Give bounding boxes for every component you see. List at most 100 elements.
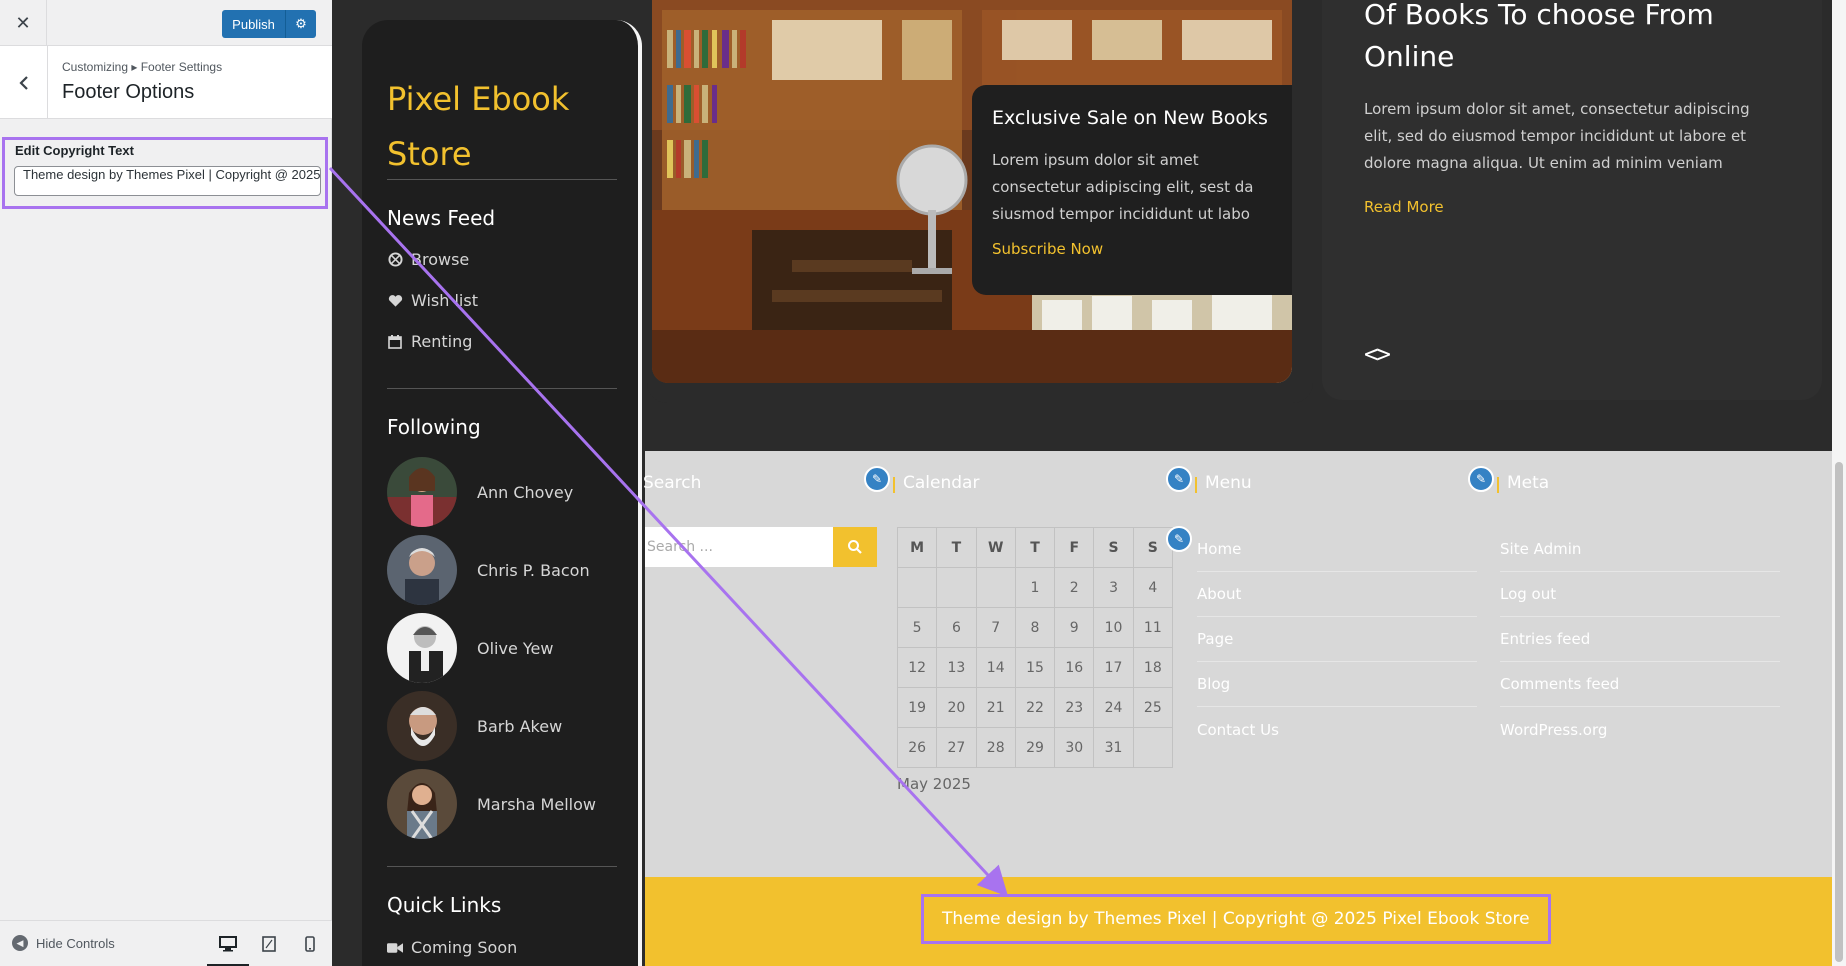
search-icon[interactable] bbox=[833, 527, 877, 567]
menu-item[interactable]: Blog bbox=[1197, 662, 1477, 707]
copyright-control: Edit Copyright Text Theme design by Them… bbox=[2, 137, 328, 209]
scrollbar-thumb[interactable] bbox=[1835, 462, 1843, 962]
meta-item[interactable]: Site Admin bbox=[1500, 527, 1780, 572]
calendar-day[interactable]: 2 bbox=[1054, 567, 1095, 608]
coming-soon-link[interactable]: Coming Soon bbox=[387, 938, 517, 957]
edit-pencil-icon[interactable]: ✎ bbox=[1166, 526, 1192, 552]
calendar-day[interactable]: 23 bbox=[1054, 687, 1095, 728]
desktop-preview-icon[interactable] bbox=[216, 933, 240, 955]
calendar-header-row: MTWTFSS bbox=[896, 527, 1174, 568]
calendar-body: 1 2 3 4 5 6 7 8 9 10 11 12 13 14 15 16 17 18 19 20 21 22 23 24 2… bbox=[896, 567, 1174, 768]
calendar-day-header: M bbox=[896, 527, 938, 568]
calendar-day[interactable]: 4 bbox=[1132, 567, 1174, 608]
meta-item[interactable]: Log out bbox=[1500, 572, 1780, 617]
calendar-day[interactable]: 5 bbox=[896, 607, 938, 648]
calendar-day[interactable]: 20 bbox=[936, 687, 977, 728]
calendar-day[interactable]: 17 bbox=[1093, 647, 1134, 688]
hide-controls-button[interactable]: ◀ Hide Controls bbox=[12, 935, 115, 951]
edit-pencil-icon[interactable]: ✎ bbox=[864, 466, 890, 492]
browse-link[interactable]: Browse bbox=[387, 250, 469, 269]
calendar-day[interactable]: 10 bbox=[1093, 607, 1134, 648]
user-name: Chris P. Bacon bbox=[477, 560, 590, 580]
calendar-day bbox=[936, 567, 977, 608]
copyright-text: Theme design by Themes Pixel | Copyright… bbox=[921, 894, 1551, 944]
copyright-text-input[interactable]: Theme design by Themes Pixel | Copyright… bbox=[14, 166, 321, 196]
publish-label[interactable]: Publish bbox=[222, 10, 286, 38]
calendar-day-header: F bbox=[1054, 527, 1095, 568]
meta-item[interactable]: WordPress.org bbox=[1500, 707, 1780, 752]
customizer-panel: ✕ Publish ⚙ Customizing ▸ Footer Setting… bbox=[0, 0, 332, 966]
calendar-day[interactable]: 28 bbox=[975, 727, 1016, 768]
calendar-day[interactable]: 14 bbox=[975, 647, 1016, 688]
hide-controls-label: Hide Controls bbox=[36, 935, 115, 951]
publish-button[interactable]: Publish ⚙ bbox=[222, 10, 316, 38]
menu-item[interactable]: Home bbox=[1197, 527, 1477, 572]
gear-icon[interactable]: ⚙ bbox=[286, 10, 316, 38]
calendar-day[interactable]: 24 bbox=[1093, 687, 1134, 728]
following-user[interactable]: Marsha Mellow bbox=[387, 769, 596, 839]
meta-item[interactable]: Comments feed bbox=[1500, 662, 1780, 707]
breadcrumb: Customizing ▸ Footer Settings bbox=[62, 60, 223, 74]
video-camera-icon bbox=[387, 940, 403, 956]
renting-link[interactable]: Renting bbox=[387, 332, 472, 351]
preview-scrollbar[interactable] bbox=[1832, 0, 1846, 966]
back-arrow-icon[interactable] bbox=[0, 46, 48, 119]
user-name: Marsha Mellow bbox=[477, 794, 596, 814]
calendar-day[interactable]: 8 bbox=[1014, 607, 1056, 648]
calendar-day[interactable]: 6 bbox=[936, 607, 977, 648]
user-name: Olive Yew bbox=[477, 638, 554, 658]
wish-list-link[interactable]: Wish list bbox=[387, 291, 478, 310]
menu-item[interactable]: Contact Us bbox=[1197, 707, 1477, 752]
calendar-day[interactable]: 21 bbox=[975, 687, 1016, 728]
avatar bbox=[387, 691, 457, 761]
calendar-day-header: S bbox=[1093, 527, 1134, 568]
avatar bbox=[387, 535, 457, 605]
calendar-icon bbox=[387, 334, 403, 350]
avatar bbox=[387, 457, 457, 527]
avatar bbox=[387, 613, 457, 683]
mobile-preview-icon[interactable] bbox=[298, 933, 322, 955]
following-user[interactable]: Olive Yew bbox=[387, 613, 553, 683]
calendar-day[interactable]: 31 bbox=[1093, 727, 1134, 768]
meta-item[interactable]: Entries feed bbox=[1500, 617, 1780, 662]
calendar-day bbox=[975, 567, 1016, 608]
following-user[interactable]: Barb Akew bbox=[387, 691, 562, 761]
following-heading: Following bbox=[387, 415, 481, 439]
calendar-day[interactable]: 30 bbox=[1054, 727, 1095, 768]
meta-list: Site Admin Log out Entries feed Comments fe… bbox=[1500, 527, 1780, 752]
tablet-preview-icon[interactable] bbox=[257, 933, 281, 955]
menu-item[interactable]: Page bbox=[1197, 617, 1477, 662]
calendar-day[interactable]: 22 bbox=[1014, 687, 1056, 728]
calendar-day[interactable]: 16 bbox=[1054, 647, 1095, 688]
user-name: Ann Chovey bbox=[477, 482, 574, 502]
quick-links-heading: Quick Links bbox=[387, 893, 502, 917]
edit-pencil-icon[interactable]: ✎ bbox=[1166, 466, 1192, 492]
calendar-day[interactable]: 3 bbox=[1093, 567, 1134, 608]
search-input[interactable]: Search ... bbox=[645, 527, 833, 567]
calendar-day[interactable]: 19 bbox=[896, 687, 938, 728]
wish-list-label: Wish list bbox=[411, 291, 478, 310]
following-user[interactable]: Ann Chovey bbox=[387, 457, 573, 527]
calendar-day[interactable]: 18 bbox=[1132, 647, 1174, 688]
menu-item[interactable]: About bbox=[1197, 572, 1477, 617]
subscribe-now-link[interactable]: Subscribe Now bbox=[992, 240, 1272, 258]
calendar-day[interactable]: 1 bbox=[1014, 567, 1056, 608]
calendar-day[interactable]: 27 bbox=[936, 727, 977, 768]
calendar-day[interactable]: 13 bbox=[936, 647, 977, 688]
calendar-day[interactable]: 25 bbox=[1132, 687, 1174, 728]
calendar-table: MTWTFSS 1 2 3 4 5 6 7 8 9 10 11 12 13 14 15 16 17 18 19 20 2… bbox=[896, 527, 1174, 768]
close-icon[interactable]: ✕ bbox=[0, 0, 47, 46]
site-title[interactable]: Pixel Ebook Store bbox=[387, 72, 627, 182]
edit-pencil-icon[interactable]: ✎ bbox=[1468, 466, 1494, 492]
calendar-day[interactable]: 7 bbox=[975, 607, 1016, 648]
calendar-day[interactable]: 9 bbox=[1054, 607, 1095, 648]
calendar-day[interactable]: 11 bbox=[1132, 607, 1174, 648]
calendar-day-header: T bbox=[1014, 527, 1056, 568]
calendar-day[interactable]: 26 bbox=[896, 727, 938, 768]
calendar-day[interactable]: 29 bbox=[1014, 727, 1056, 768]
following-user[interactable]: Chris P. Bacon bbox=[387, 535, 590, 605]
calendar-day[interactable]: 12 bbox=[896, 647, 938, 688]
slider-arrows[interactable]: <> bbox=[1364, 340, 1391, 368]
read-more-link[interactable]: Read More bbox=[1364, 198, 1444, 216]
calendar-day[interactable]: 15 bbox=[1014, 647, 1056, 688]
